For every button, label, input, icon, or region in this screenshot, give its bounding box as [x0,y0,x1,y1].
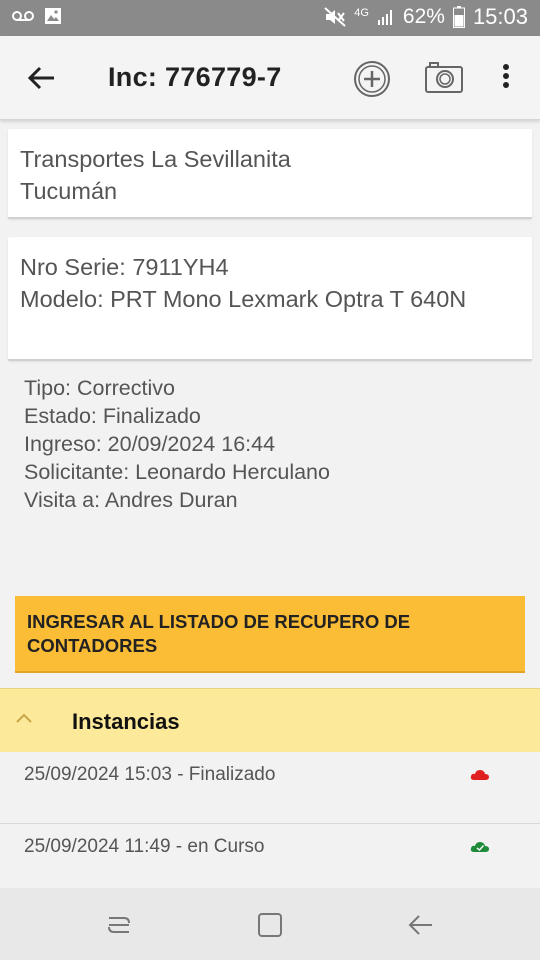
cloud-status-icon [470,770,489,780]
nav-back-icon[interactable] [406,910,436,940]
back-arrow-icon[interactable] [24,60,60,96]
instancia-item[interactable]: 25/09/2024 15:03 - Finalizado [0,752,540,824]
client-name: Transportes La Sevillanita [20,146,291,172]
instancia-label: 25/09/2024 11:49 - en Curso [24,836,265,857]
recent-apps-icon[interactable] [104,910,134,940]
gallery-icon [45,8,61,24]
instancia-item[interactable]: 25/09/2024 11:49 - en Curso [0,824,540,888]
camera-icon[interactable] [424,60,464,94]
home-icon[interactable] [255,910,285,940]
mute-icon [324,7,346,27]
more-vert-icon[interactable] [496,62,516,96]
page-title: Inc: 776779-7 [108,62,282,92]
battery-icon [452,6,465,28]
detail-estado: Estado: Finalizado [24,404,201,428]
detail-visita: Visita a: Andres Duran [24,488,238,512]
clock: 15:03 [472,4,528,29]
voicemail-icon [12,11,34,21]
status-bar: 4G 62% 15:03 [0,0,540,36]
incident-details: Tipo: Correctivo Estado: Finalizado Ingr… [24,374,330,514]
detail-ingreso: Ingreso: 20/09/2024 16:44 [24,432,276,456]
instancias-header[interactable]: Instancias [0,688,540,752]
network-type: 4G [354,7,369,19]
battery-percent: 62% [402,5,445,28]
app-bar: Inc: 776779-7 [0,36,540,120]
detail-tipo: Tipo: Correctivo [24,376,175,400]
device-card: Nro Serie: 7911YH4 Modelo: PRT Mono Lexm… [8,237,532,361]
section-title: Instancias [72,709,180,734]
nav-bar [0,888,540,960]
add-circle-icon[interactable] [353,60,391,98]
cloud-check-icon [470,842,489,852]
signal-icon [377,10,392,25]
client-card: Transportes La Sevillanita Tucumán [8,129,532,219]
device-serial: Nro Serie: 7911YH4 [20,254,229,280]
instancia-label: 25/09/2024 15:03 - Finalizado [24,764,276,785]
chevron-up-icon[interactable] [14,711,34,725]
device-model: Modelo: PRT Mono Lexmark Optra T 640N [20,286,467,312]
client-location: Tucumán [20,178,118,204]
counter-recovery-button[interactable]: INGRESAR AL LISTADO DE RECUPERO DE CONTA… [15,596,525,673]
detail-solicitante: Solicitante: Leonardo Herculano [24,460,330,484]
